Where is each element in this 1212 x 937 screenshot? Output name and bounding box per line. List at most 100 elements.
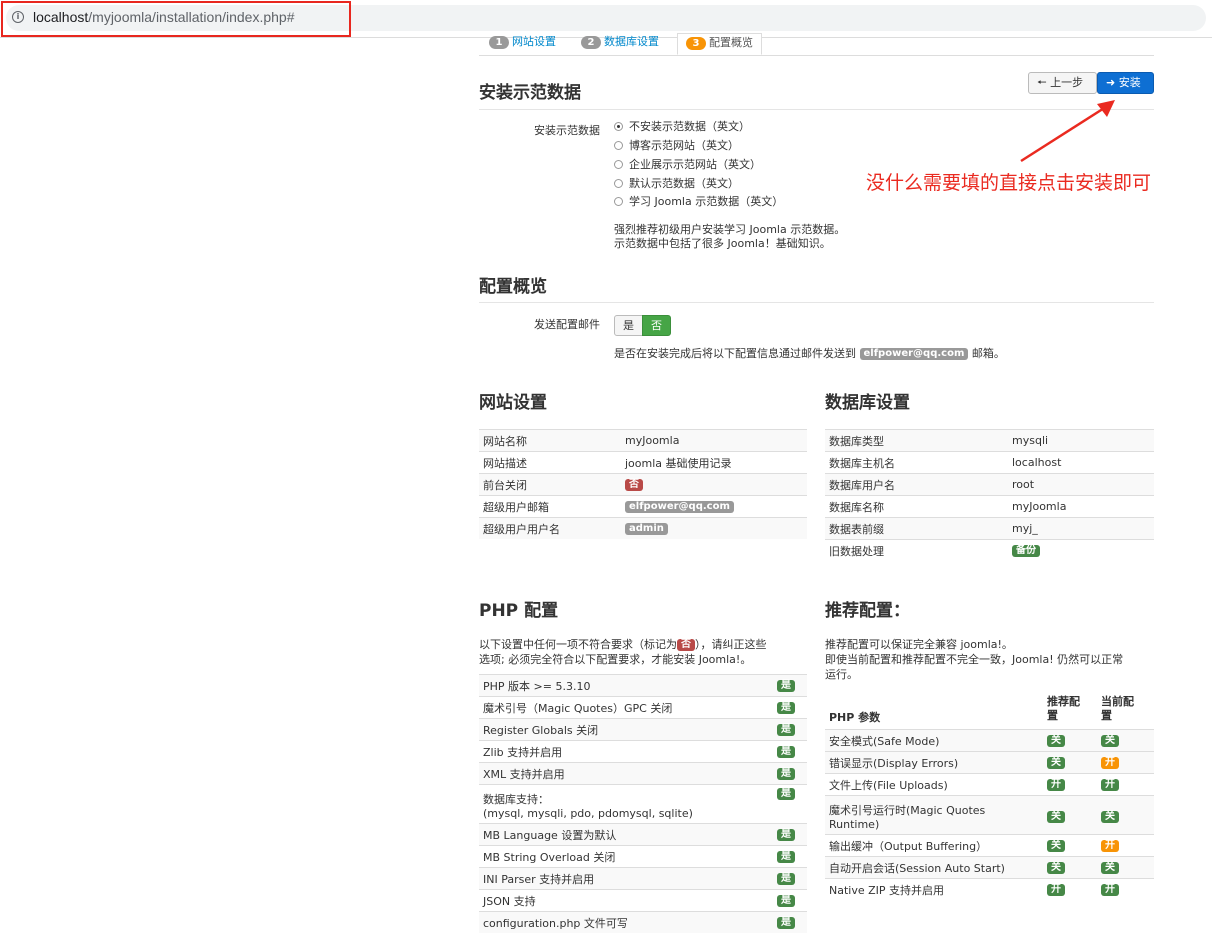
site-settings-title: 网站设置 (479, 393, 547, 413)
row-label: 魔术引号（Magic Quotes）GPC 关闭 (479, 696, 773, 719)
table-row: Register Globals 关闭是 (479, 718, 807, 741)
row-value: root (1008, 473, 1154, 496)
send-email-yes-button[interactable]: 是 (614, 315, 643, 336)
row-label: 数据库主机名 (825, 451, 1008, 474)
table-row: MB Language 设置为默认是 (479, 823, 807, 846)
row-cur: 关 (1097, 856, 1154, 879)
radio-default-sample[interactable]: 默认示范数据（英文） (614, 175, 739, 191)
status-badge: 关 (1101, 862, 1119, 874)
table-row: 数据库类型 mysqli (825, 429, 1154, 452)
col-rec-2: 置 (1047, 709, 1058, 722)
table-header-row: PHP 参数 推荐配置 当前配置 (825, 689, 1154, 730)
row-label: 网站描述 (479, 451, 621, 474)
status-badge: 是 (777, 768, 795, 780)
row-value: elfpower@qq.com (621, 495, 807, 518)
table-row: JSON 支持是 (479, 889, 807, 912)
status-badge: admin (625, 523, 668, 535)
row-cur: 开 (1097, 751, 1154, 774)
row-cur: 关 (1097, 729, 1154, 752)
param-line1: 魔术引号运行时(Magic Quotes (829, 803, 986, 817)
annotation-text: 没什么需要填的直接点击安装即可 (866, 172, 1152, 194)
row-value: 是 (773, 784, 807, 824)
table-row: 数据库名称 myJoomla (825, 495, 1154, 518)
status-badge: elfpower@qq.com (625, 501, 734, 513)
status-badge: 是 (777, 702, 795, 714)
row-label: Register Globals 关闭 (479, 718, 773, 741)
status-badge: 开 (1047, 884, 1065, 896)
php-config-description: 以下设置中任何一项不符合要求（标记为否），请纠正这些 选项; 必须完全符合以下配… (479, 637, 807, 667)
tab-site-settings[interactable]: 1 网站设置 (489, 33, 556, 55)
row-value: 是 (773, 674, 807, 697)
row-param: 输出缓冲（Output Buffering） (825, 834, 1043, 857)
table-row: 前台关闭否 (479, 473, 807, 496)
overview-title: 配置概览 (479, 277, 547, 297)
row-label: MB Language 设置为默认 (479, 823, 773, 846)
rec-desc-1: 推荐配置可以保证完全兼容 joomla!。 (825, 638, 1013, 651)
table-row: 数据库用户名 root (825, 473, 1154, 496)
sample-data-title: 安装示范数据 (479, 83, 581, 103)
row-label: 数据库支持： (mysql, mysqli, pdo, pdomysql, sql… (479, 784, 773, 824)
radio-dot-icon (614, 121, 623, 131)
radio-learn-sample[interactable]: 学习 Joomla 示范数据（英文） (614, 193, 783, 209)
row-value: 是 (773, 762, 807, 785)
row-value: 是 (773, 889, 807, 912)
tab-overview[interactable]: 3 配置概览 (677, 33, 762, 55)
table-row: configuration.php 文件可写是 (479, 911, 807, 933)
row-value: 是 (773, 740, 807, 763)
arrow-left-icon: 🠔 (1037, 76, 1051, 89)
radio-blog-sample[interactable]: 博客示范网站（英文） (614, 137, 739, 153)
table-row: 超级用户邮箱 elfpower@qq.com (479, 495, 807, 518)
row-value: 是 (773, 845, 807, 868)
table-row: 网站描述 joomla 基础使用记录 (479, 451, 807, 474)
row-value: myJoomla (1008, 495, 1154, 518)
table-row: XML 支持并启用是 (479, 762, 807, 785)
row-rec: 开 (1043, 878, 1097, 900)
tab-number: 1 (489, 36, 509, 49)
radio-brochure-sample[interactable]: 企业展示示范网站（英文） (614, 156, 761, 172)
row-value: 否 (621, 473, 807, 496)
radio-dot-icon (614, 196, 623, 206)
row-value: myj_ (1008, 517, 1154, 540)
row-rec: 开 (1043, 773, 1097, 796)
row-label: MB String Overload 关闭 (479, 845, 773, 868)
table-row: 文件上传(File Uploads) 开 开 (825, 773, 1154, 796)
install-button[interactable]: ➜ 安装 (1097, 72, 1154, 94)
php-config-title: PHP 配置 (479, 601, 559, 621)
send-email-note: 是否在安装完成后将以下配置信息通过邮件发送到 elfpower@qq.com 邮… (614, 345, 1005, 361)
status-badge: 是 (777, 724, 795, 736)
col-cur-1: 当前配 (1101, 695, 1134, 708)
tab-number: 3 (686, 37, 706, 50)
radio-dot-icon (614, 159, 623, 169)
table-row: 输出缓冲（Output Buffering） 关 开 (825, 834, 1154, 857)
status-badge: 开 (1101, 840, 1119, 852)
status-badge: 关 (1047, 757, 1065, 769)
col-rec-1: 推荐配 (1047, 695, 1080, 708)
tab-database-settings[interactable]: 2 数据库设置 (581, 33, 659, 55)
row-label: 网站名称 (479, 429, 621, 452)
radio-label: 博客示范网站（英文） (629, 139, 739, 152)
arrow-right-icon: ➜ (1106, 76, 1119, 89)
row-rec: 关 (1043, 751, 1097, 774)
db-support-line1: 数据库支持： (483, 792, 549, 806)
annotation-highlight-box (1, 1, 351, 37)
table-row: 错误显示(Display Errors) 关 开 (825, 751, 1154, 774)
previous-button[interactable]: 🠔 上一步 (1028, 72, 1097, 94)
table-row: INI Parser 支持并启用是 (479, 867, 807, 890)
row-label: 超级用户用户名 (479, 517, 621, 539)
table-row: 数据库支持： (mysql, mysqli, pdo, pdomysql, sql… (479, 784, 807, 824)
table-row: 数据表前缀 myj_ (825, 517, 1154, 540)
rec-desc-2: 即使当前配置和推荐配置不完全一致，Joomla! 仍然可以正常 (825, 653, 1124, 666)
status-badge: 是 (777, 680, 795, 692)
send-email-no-button[interactable]: 否 (642, 315, 671, 336)
row-cur: 关 (1097, 795, 1154, 835)
desc-suffix: ），请纠正这些 (695, 638, 767, 651)
tab-label: 网站设置 (512, 35, 556, 48)
recommended-description: 推荐配置可以保证完全兼容 joomla!。 即使当前配置和推荐配置不完全一致，J… (825, 637, 1154, 682)
status-badge: 关 (1047, 810, 1065, 823)
desc-line2: 选项; 必须完全符合以下配置要求，才能安装 Joomla!。 (479, 653, 752, 666)
radio-no-sample[interactable]: 不安装示范数据（英文） (614, 118, 750, 134)
table-row: 旧数据处理 备份 (825, 539, 1154, 561)
status-badge: 开 (1101, 779, 1119, 791)
status-badge: 关 (1101, 735, 1119, 747)
radio-label: 默认示范数据（英文） (629, 177, 739, 190)
